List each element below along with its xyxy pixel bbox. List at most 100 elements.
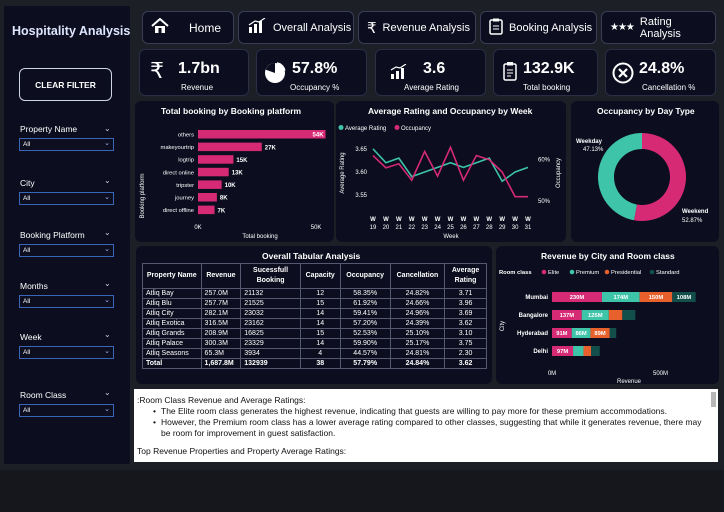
table-cell: 24.84% [389, 358, 446, 369]
table-cell: 1,687.8M [200, 358, 242, 369]
table-cell: 23032 [240, 308, 301, 319]
table-cell: Atliq Palace [142, 338, 202, 349]
bar-category-label: Hyderabad [517, 331, 548, 337]
table-row[interactable]: Atliq Bay 257.0M 21132 12 58.35% 24.82% 3.71 [142, 288, 487, 299]
stars-icon: ★★★ [610, 22, 635, 33]
table-cell: 3934 [240, 348, 301, 359]
chevron-down-icon: ⌄ [104, 406, 110, 413]
column-header[interactable]: Cancellation [389, 263, 446, 289]
column-header[interactable]: Capacity [299, 263, 341, 289]
clear-filter-button[interactable]: CLEAR FILTER [19, 68, 112, 101]
table-total-row[interactable]: Total 1,687.8M 132939 38 57.79% 24.84% 3.62 [142, 358, 487, 369]
kpi-cancellation-label: Cancellation % [642, 83, 696, 92]
nav-home-button[interactable]: Home [142, 11, 234, 44]
bar-data-label: 150M [649, 295, 664, 301]
chevron-down-icon[interactable]: ⌄ [104, 124, 111, 133]
chevron-down-icon: ⌄ [104, 348, 110, 355]
table-row[interactable]: Atliq City 282.1M 23032 14 59.41% 24.96% 3.69 [142, 308, 487, 319]
insight-bullet: The Elite room class generates the highe… [153, 406, 706, 417]
kpi-average-rating-value: 3.6 [423, 60, 446, 77]
bar-data-label: 15K [236, 158, 248, 164]
slice-label: Weekend [682, 209, 709, 215]
insight-bullet: However, the Premium room class has a lo… [153, 417, 706, 439]
nav-overall-analysis-button[interactable]: Overall Analysis [238, 11, 354, 44]
x-tick-label: 0K [194, 225, 201, 231]
property-name-value: All [23, 141, 31, 148]
cancel-icon [612, 62, 634, 90]
kpi-total-booking-value: 132.9K [523, 60, 575, 77]
table-cell: 44.57% [339, 348, 391, 359]
table-row[interactable]: Atliq Exotica 316.5M 23162 14 57.20% 24.39% 3.… [142, 318, 487, 329]
chevron-down-icon[interactable]: ⌄ [104, 330, 111, 339]
column-header[interactable]: Sucessfull Booking [240, 263, 301, 289]
table-cell: 65.3M [200, 348, 242, 359]
table-row[interactable]: Atliq Palace 300.3M 23329 14 59.90% 25.17% 3.7… [142, 338, 487, 349]
table-cell: 208.9M [200, 328, 242, 339]
table-cell: 12 [299, 288, 341, 299]
months-select[interactable]: All ⌄ [19, 295, 114, 308]
x-tick-label: W [383, 217, 389, 223]
chevron-down-icon: ⌄ [104, 194, 110, 201]
rating-occupancy-chart: Average Rating Occupancy 3.55 3.60 3.65 50% 60… [338, 125, 562, 240]
column-header[interactable]: Average Rating [444, 263, 487, 289]
y2-tick-label: 50% [538, 199, 551, 205]
property-name-select[interactable]: All ⌄ [19, 138, 114, 151]
insight-heading: :Room Class Revenue and Average Ratings: [137, 395, 306, 405]
table-cell: 24.82% [389, 288, 446, 299]
chevron-down-icon[interactable]: ⌄ [104, 279, 111, 288]
kpi-occupancy-card: 57.8% Occupancy % [256, 49, 367, 96]
slice-label: Weekday [576, 139, 603, 145]
table-cell: 3.69 [444, 308, 487, 319]
bar [198, 167, 229, 177]
column-header[interactable]: Revenue [200, 263, 242, 289]
table-cell: 57.79% [339, 358, 391, 369]
nav-booking-analysis-button[interactable]: Booking Analysis [480, 11, 597, 44]
table-cell: 3.75 [444, 338, 487, 349]
filter-label-week: Week [20, 332, 42, 342]
city-select[interactable]: All ⌄ [19, 192, 114, 205]
x-tick-label: W [461, 217, 467, 223]
table-cell: 25.10% [389, 328, 446, 339]
nav-revenue-analysis-button[interactable]: ₹ Revenue Analysis [358, 11, 476, 44]
table-row[interactable]: Atliq Grands 208.9M 16825 15 52.53% 25.10% 3.1… [142, 328, 487, 339]
bar-segment [591, 346, 600, 356]
x-axis-label: Revenue [617, 379, 642, 384]
kpi-cancellation-value: 24.8% [639, 60, 685, 77]
nav-revenue-analysis-label: Revenue Analysis [382, 21, 470, 34]
x-tick-label: 21 [395, 225, 402, 231]
table-cell: 316.5M [200, 318, 242, 329]
chevron-down-icon[interactable]: ⌄ [104, 388, 111, 397]
chevron-down-icon[interactable]: ⌄ [104, 176, 111, 185]
bar-category-label: tripster [176, 183, 194, 189]
y2-axis-label: Occupancy [556, 158, 562, 188]
bar-data-label: 13K [232, 171, 244, 177]
nav-rating-analysis-button[interactable]: ★★★ Rating Analysis [601, 11, 716, 44]
x-tick-label: 50K [311, 225, 322, 231]
bar-category-label: Delhi [533, 349, 548, 355]
room-class-select[interactable]: All ⌄ [19, 404, 114, 417]
bar-segment [608, 310, 623, 320]
kpi-average-rating-label: Average Rating [404, 83, 459, 92]
table-row[interactable]: Atliq Seasons 65.3M 3934 4 44.57% 24.81% 2.30 [142, 348, 487, 359]
bar-data-label: 230M [570, 295, 585, 301]
bar-category-label: makeyourtrip [160, 145, 194, 151]
months-value: All [23, 298, 31, 305]
column-header[interactable]: Occupancy [339, 263, 391, 289]
chevron-down-icon[interactable]: ⌄ [104, 228, 111, 237]
x-tick-label: 29 [499, 225, 506, 231]
booking-platform-select[interactable]: All ⌄ [19, 244, 114, 257]
legend-marker [569, 269, 575, 275]
table-row[interactable]: Atliq Blu 257.7M 21525 15 61.92% 24.66% 3.96 [142, 298, 487, 309]
x-tick-label: W [370, 217, 376, 223]
bar-segment [622, 310, 636, 320]
legend-label: Occupancy [401, 126, 431, 132]
table-cell: 3.71 [444, 288, 487, 299]
kpi-revenue-label: Revenue [181, 83, 214, 92]
column-header[interactable]: Property Name [142, 263, 202, 289]
insights-text-panel[interactable]: :Room Class Revenue and Average Ratings:… [134, 389, 718, 462]
scrollbar-thumb[interactable] [711, 392, 716, 407]
home-icon [151, 17, 169, 37]
kpi-revenue-card: ₹ 1.7bn Revenue [139, 49, 249, 96]
x-tick-label: W [422, 217, 428, 223]
week-select[interactable]: All ⌄ [19, 346, 114, 359]
